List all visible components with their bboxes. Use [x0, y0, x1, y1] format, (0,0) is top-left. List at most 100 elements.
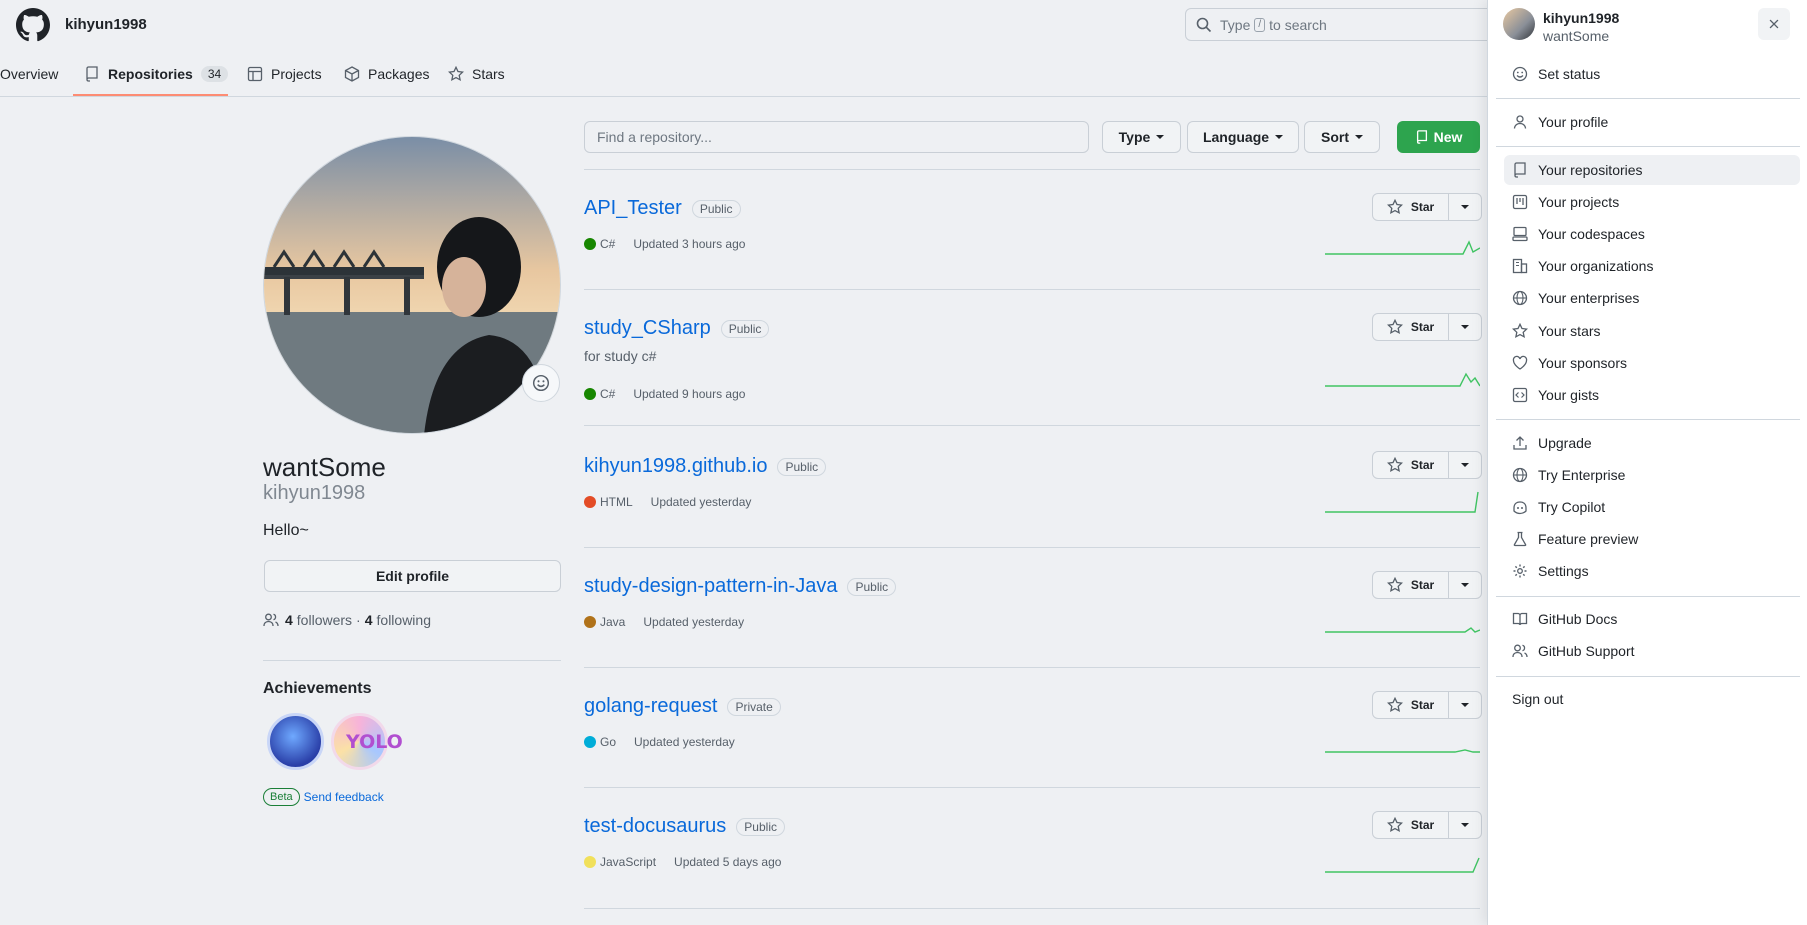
menu-item-label: Your repositories — [1538, 162, 1643, 178]
menu-item-try-copilot[interactable]: Try Copilot — [1504, 492, 1800, 522]
repo-name-link[interactable]: golang-request — [584, 695, 717, 718]
star-list-dropdown[interactable] — [1449, 692, 1481, 718]
star-list-dropdown[interactable] — [1449, 812, 1481, 838]
menu-item-your-stars[interactable]: Your stars — [1504, 316, 1800, 346]
star-button[interactable]: Star — [1373, 314, 1449, 340]
visibility-badge: Public — [720, 319, 770, 338]
menu-item-github-support[interactable]: GitHub Support — [1504, 636, 1800, 666]
search-input[interactable]: Type / to search — [1185, 8, 1495, 41]
repo-language: HTML — [600, 495, 633, 509]
language-color-dot — [584, 496, 596, 508]
repo-description: for study c# — [584, 348, 657, 364]
set-status-button[interactable] — [522, 364, 560, 402]
repo-divider — [584, 787, 1480, 788]
repo-language: Java — [600, 615, 626, 629]
star-list-dropdown[interactable] — [1449, 314, 1481, 340]
new-repository-button[interactable]: New — [1397, 121, 1480, 153]
caret-down-icon — [1156, 135, 1165, 139]
repo-name-link[interactable]: kihyun1998.github.io — [584, 455, 767, 478]
repo-updated: Updated yesterday — [650, 495, 752, 509]
followers-label: followers — [296, 612, 353, 628]
caret-down-icon — [1461, 325, 1469, 329]
menu-item-your-organizations[interactable]: Your organizations — [1504, 251, 1800, 281]
menu-item-label: Try Enterprise — [1538, 467, 1626, 483]
send-feedback-link[interactable]: Send feedback — [304, 790, 384, 804]
menu-item-your-profile[interactable]: Your profile — [1504, 107, 1800, 137]
star-list-dropdown[interactable] — [1449, 452, 1481, 478]
achievement-badge-shark[interactable] — [267, 713, 324, 770]
close-panel-button[interactable] — [1758, 8, 1790, 40]
language-color-dot — [584, 388, 596, 400]
menu-item-settings[interactable]: Settings — [1504, 556, 1800, 586]
following-link[interactable]: 4 following — [365, 612, 431, 628]
tab-label: Repositories — [108, 65, 193, 82]
star-button[interactable]: Star — [1373, 812, 1449, 838]
menu-item-label: Your profile — [1538, 114, 1609, 130]
star-list-dropdown[interactable] — [1449, 572, 1481, 598]
activity-sparkline — [1325, 627, 1480, 633]
menu-item-label: Feature preview — [1538, 531, 1639, 547]
menu-item-your-projects[interactable]: Your projects — [1504, 187, 1800, 217]
smiley-icon — [1512, 66, 1528, 82]
tab-projects[interactable]: Projects — [247, 50, 322, 97]
follow-separator: · — [356, 612, 361, 628]
header-username[interactable]: kihyun1998 — [65, 16, 147, 33]
sidebar-divider — [263, 660, 561, 661]
star-button[interactable]: Star — [1373, 572, 1449, 598]
achievement-badge-yolo[interactable]: YOLO — [331, 713, 403, 770]
activity-sparkline — [1325, 491, 1479, 513]
profile-login: kihyun1998 — [263, 482, 366, 504]
menu-item-your-sponsors[interactable]: Your sponsors — [1504, 348, 1800, 378]
menu-item-upgrade[interactable]: Upgrade — [1504, 428, 1800, 458]
caret-down-icon — [1461, 823, 1469, 827]
caret-down-icon — [1461, 463, 1469, 467]
profile-avatar[interactable] — [263, 136, 561, 434]
tab-packages[interactable]: Packages — [344, 50, 429, 97]
repo-name-link[interactable]: API_Tester — [584, 197, 682, 220]
star-button-group: Star — [1372, 571, 1482, 599]
menu-item-set-status[interactable]: Set status — [1504, 59, 1800, 89]
tab-repositories[interactable]: Repositories 34 — [84, 50, 229, 97]
tab-overview[interactable]: Overview — [0, 50, 58, 97]
menu-item-sign-out[interactable]: Sign out — [1504, 684, 1800, 714]
caret-down-icon — [1461, 205, 1469, 209]
star-label: Star — [1410, 818, 1435, 832]
repo-name-link[interactable]: test-docusaurus — [584, 815, 726, 838]
find-repository-input[interactable]: Find a repository... — [584, 121, 1089, 153]
repo-name-link[interactable]: study-design-pattern-in-Java — [584, 575, 837, 598]
menu-item-your-enterprises[interactable]: Your enterprises — [1504, 283, 1800, 313]
star-list-dropdown[interactable] — [1449, 194, 1481, 220]
language-filter-button[interactable]: Language — [1187, 121, 1299, 153]
star-icon — [1386, 199, 1403, 215]
search-suffix: to search — [1269, 16, 1327, 33]
star-button-group: Star — [1372, 193, 1482, 221]
menu-item-try-enterprise[interactable]: Try Enterprise — [1504, 460, 1800, 490]
github-logo-icon[interactable] — [16, 8, 50, 42]
star-icon — [1386, 577, 1403, 593]
repo-updated: Updated 3 hours ago — [633, 237, 746, 251]
menu-item-your-codespaces[interactable]: Your codespaces — [1504, 219, 1800, 249]
repo-language: C# — [600, 387, 616, 401]
star-button[interactable]: Star — [1373, 452, 1449, 478]
menu-item-feature-preview[interactable]: Feature preview — [1504, 524, 1800, 554]
repo-meta: Java Updated yesterday — [584, 615, 744, 629]
menu-item-github-docs[interactable]: GitHub Docs — [1504, 604, 1800, 634]
menu-item-your-gists[interactable]: Your gists — [1504, 380, 1800, 410]
smiley-icon — [532, 374, 550, 392]
star-button-group: Star — [1372, 313, 1482, 341]
star-label: Star — [1410, 320, 1435, 334]
tab-stars[interactable]: Stars — [448, 50, 505, 97]
heart-icon — [1512, 355, 1528, 370]
type-filter-button[interactable]: Type — [1102, 121, 1181, 153]
repo-icon — [1514, 162, 1526, 178]
star-button[interactable]: Star — [1373, 194, 1449, 220]
menu-item-your-repositories[interactable]: Your repositories — [1504, 155, 1800, 185]
beaker-icon — [1513, 531, 1527, 547]
star-button[interactable]: Star — [1373, 692, 1449, 718]
repo-name-link[interactable]: study_CSharp — [584, 317, 711, 340]
followers-link[interactable]: 4 followers — [285, 612, 352, 628]
sort-filter-button[interactable]: Sort — [1304, 121, 1380, 153]
star-icon — [1386, 457, 1403, 473]
edit-profile-button[interactable]: Edit profile — [264, 560, 561, 592]
search-shortcut-key: / — [1254, 17, 1266, 32]
